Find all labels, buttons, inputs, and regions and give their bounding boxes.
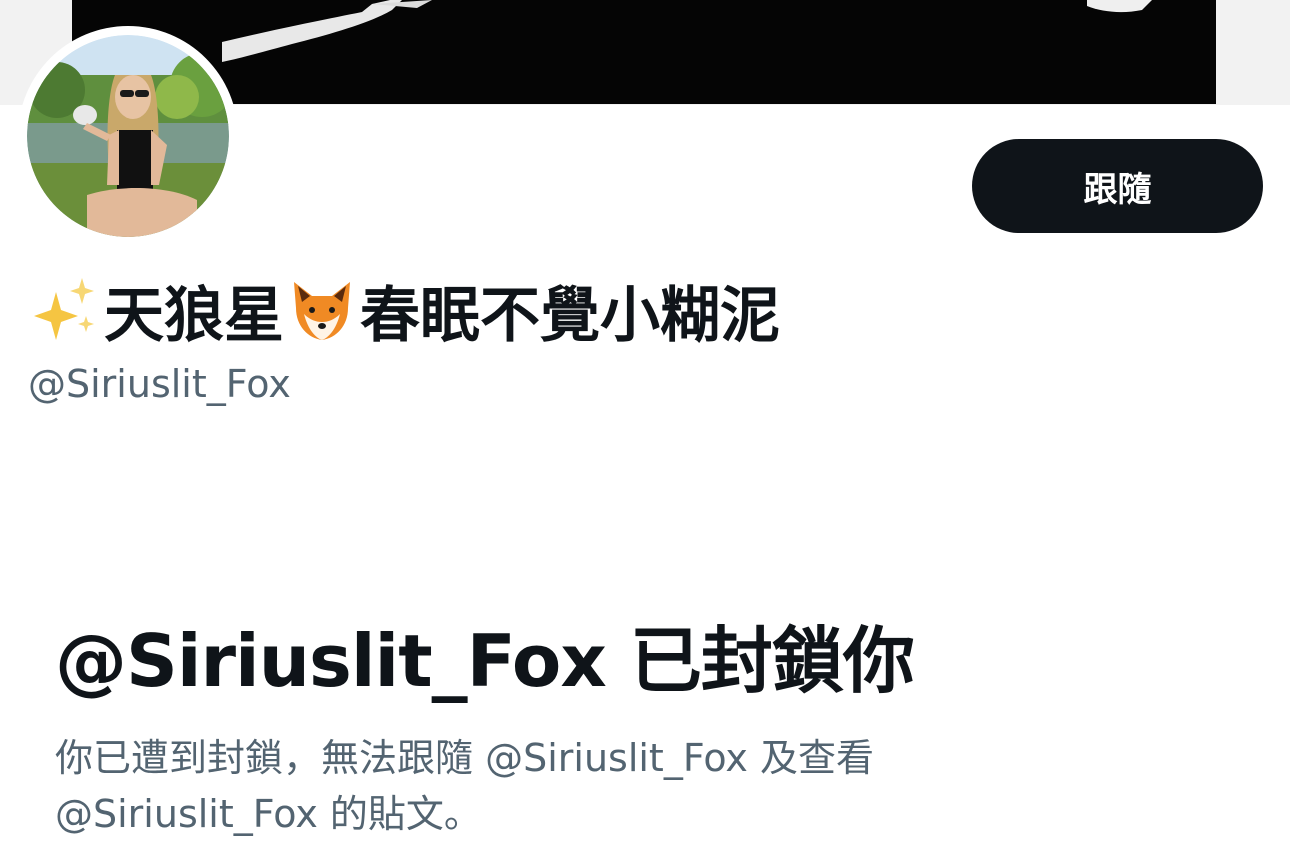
banner-artwork	[72, 0, 1216, 104]
blocked-description-line-2: @Siriuslit_Fox 的貼文。	[55, 792, 482, 836]
avatar[interactable]	[18, 26, 238, 246]
blocked-description-line-1: 你已遭到封鎖，無法跟隨 @Siriuslit_Fox 及查看	[55, 736, 874, 780]
follow-button[interactable]: 跟隨	[972, 139, 1263, 233]
fox-face-icon	[294, 282, 350, 340]
display-name-part-1: 天狼星	[104, 280, 284, 351]
avatar-photo	[27, 35, 229, 237]
sparkles-icon	[34, 278, 94, 340]
display-name: 天狼星 春眠不覺小糊泥	[30, 272, 782, 351]
blocked-description: 你已遭到封鎖，無法跟隨 @Siriuslit_Fox 及查看 @Siriusli…	[55, 730, 1205, 842]
profile-page: 跟隨 天狼星 春眠不覺小糊泥 @Siriuslit_Fox @Siriuslit…	[0, 0, 1290, 867]
display-name-part-2: 春眠不覺小糊泥	[360, 280, 780, 351]
profile-handle: @Siriuslit_Fox	[28, 362, 291, 406]
profile-banner-image[interactable]	[72, 0, 1216, 104]
blocked-title: @Siriuslit_Fox 已封鎖你	[55, 619, 915, 703]
